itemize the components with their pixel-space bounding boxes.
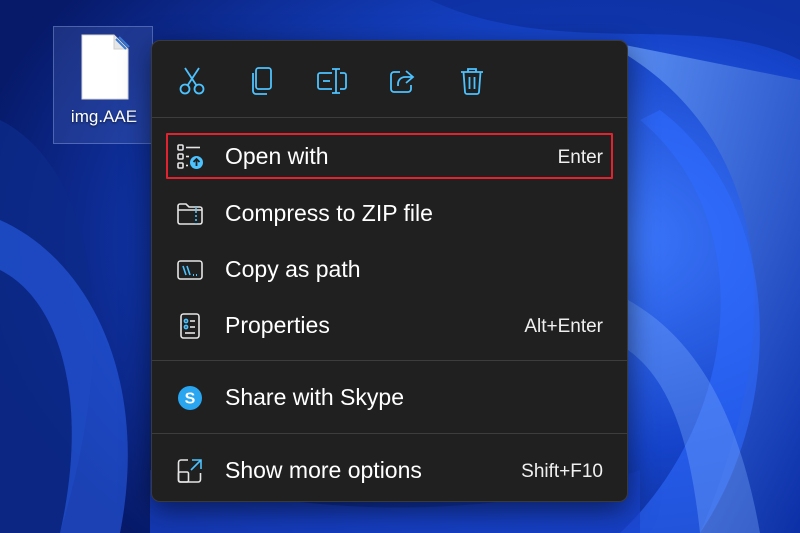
copy-icon xyxy=(252,67,272,95)
show-more-options-shortcut: Shift+F10 xyxy=(521,461,603,482)
properties-label: Properties xyxy=(225,312,330,338)
menu-item-properties[interactable]: Properties Alt+Enter xyxy=(164,300,617,350)
desktop-file-img-aae[interactable]: img.AAE xyxy=(53,26,153,144)
share-icon xyxy=(390,70,415,93)
trash-icon xyxy=(461,68,483,95)
menu-separator xyxy=(152,433,627,434)
menu-item-compress-zip[interactable]: Compress to ZIP file xyxy=(164,188,617,238)
rename-button[interactable] xyxy=(312,63,352,99)
properties-shortcut: Alt+Enter xyxy=(524,316,603,337)
skype-icon: S xyxy=(178,386,202,410)
menu-separator xyxy=(152,117,627,118)
menu-separator xyxy=(152,360,627,361)
open-with-shortcut: Enter xyxy=(557,147,603,168)
menu-item-copy-as-path[interactable]: Copy as path xyxy=(164,244,617,294)
copy-button[interactable] xyxy=(242,63,282,99)
context-menu: Open with Enter Compress to ZIP file Cop… xyxy=(151,40,628,502)
zip-folder-icon xyxy=(177,203,203,225)
scissors-icon xyxy=(179,67,205,95)
file-name-label: img.AAE xyxy=(70,107,138,126)
compress-zip-label: Compress to ZIP file xyxy=(225,200,433,226)
cut-button[interactable] xyxy=(172,63,212,99)
svg-text:S: S xyxy=(185,391,196,408)
copy-path-icon xyxy=(177,260,203,280)
copy-as-path-label: Copy as path xyxy=(225,256,361,282)
file-icon xyxy=(81,34,130,100)
share-button[interactable] xyxy=(382,63,422,99)
menu-item-share-skype[interactable]: S Share with Skype xyxy=(164,372,617,422)
menu-item-open-with[interactable]: Open with Enter xyxy=(164,131,617,181)
show-more-options-label: Show more options xyxy=(225,457,422,483)
rename-icon xyxy=(317,68,347,94)
show-more-icon xyxy=(177,459,202,483)
delete-button[interactable] xyxy=(452,63,492,99)
menu-item-show-more-options[interactable]: Show more options Shift+F10 xyxy=(164,445,617,495)
open-with-label: Open with xyxy=(225,143,329,169)
properties-icon xyxy=(180,313,200,339)
open-with-icon xyxy=(177,144,203,169)
share-skype-label: Share with Skype xyxy=(225,384,404,410)
